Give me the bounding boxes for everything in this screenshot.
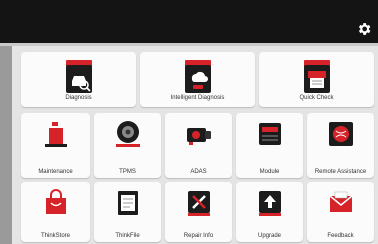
thinkstore-label: ThinkStore [40,233,70,239]
file-icon [115,189,141,217]
oil-can-icon [43,120,69,148]
repair-info-tile[interactable]: Repair Info [165,182,232,242]
upgrade-label: Upgrade [257,233,281,239]
camera-icon [186,120,212,148]
tire-icon [115,120,141,148]
module-icon [257,120,283,148]
tpms-label: TPMS [119,169,136,175]
module-label: Module [259,169,280,175]
module-tile[interactable]: Module [236,113,303,178]
gear-icon[interactable] [356,21,372,37]
maintenance-label: Maintenance [38,169,73,175]
maintenance-tile[interactable]: Maintenance [21,113,90,178]
diagnosis-tile[interactable]: Diagnosis [21,52,136,107]
upload-icon [257,189,283,217]
top-bar [0,0,378,46]
diagnosis-label: Diagnosis [65,95,92,101]
cloud-car-icon [183,59,213,95]
thinkfile-label: ThinkFile [115,233,140,239]
thinkstore-tile[interactable]: ThinkStore [21,182,90,242]
mail-icon [328,189,354,217]
tools-icon [186,189,212,217]
car-search-icon [64,59,94,95]
repair-info-label: Repair Info [183,233,214,239]
intelligent-diagnosis-label: Intelligent Diagnosis [170,95,225,101]
shopping-bag-icon [43,189,69,217]
intelligent-diagnosis-tile[interactable]: Intelligent Diagnosis [140,52,255,107]
upgrade-tile[interactable]: Upgrade [236,182,303,242]
thinkfile-tile[interactable]: ThinkFile [94,182,161,242]
feedback-label: Feedback [327,233,354,239]
feedback-tile[interactable]: Feedback [307,182,374,242]
quick-check-tile[interactable]: Quick Check [259,52,374,107]
side-panel-edge [0,46,12,244]
tpms-tile[interactable]: TPMS [94,113,161,178]
quick-check-label: Quick Check [299,95,334,101]
adas-tile[interactable]: ADAS [165,113,232,178]
remote-globe-icon [328,120,354,148]
remote-assistance-label: Remote Assistance [314,169,367,175]
adas-label: ADAS [190,169,207,175]
remote-assistance-tile[interactable]: Remote Assistance [307,113,374,178]
printer-check-icon [302,59,332,95]
